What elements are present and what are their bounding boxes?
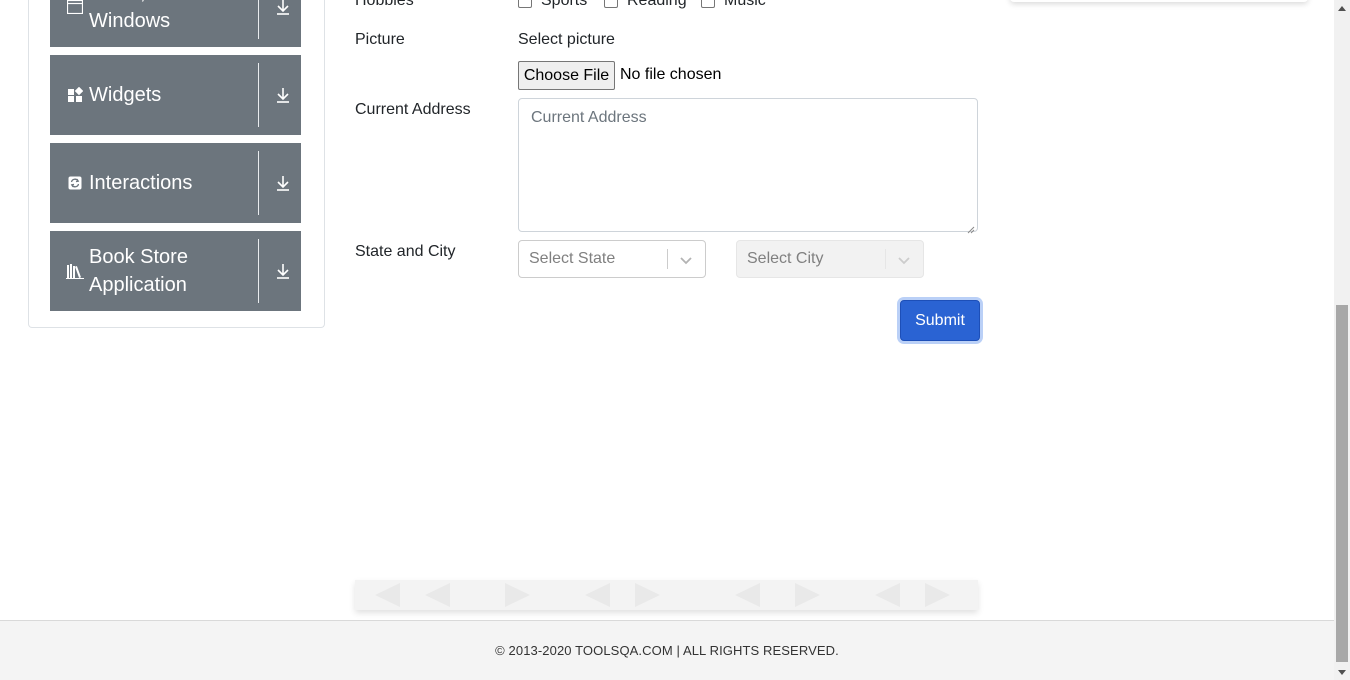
group-divider: [258, 0, 259, 39]
download-arrow-icon[interactable]: [275, 0, 291, 17]
state-select-placeholder: Select State: [529, 250, 616, 267]
current-address-label: Current Address: [355, 101, 471, 118]
scrollbar-thumb[interactable]: [1336, 305, 1348, 662]
banner-pattern: [375, 583, 950, 607]
sidebar-group-interactions[interactable]: Interactions: [50, 143, 301, 223]
hobbies-label: Hobbies: [355, 0, 414, 9]
download-arrow-icon[interactable]: [275, 85, 291, 105]
page-footer: © 2013-2020 TOOLSQA.COM | ALL RIGHTS RES…: [0, 620, 1334, 680]
select-picture-label: Select picture: [518, 31, 615, 48]
vertical-scrollbar[interactable]: [1334, 0, 1350, 680]
books-icon: [66, 262, 84, 280]
sidebar-group-alerts-frame-windows[interactable]: Alerts, Frame & Windows: [50, 0, 301, 47]
hobby-music-label[interactable]: Music: [724, 0, 766, 10]
sidebar-group-book-store-application[interactable]: Book Store Application: [50, 231, 301, 311]
sidebar-group-label: Book Store Application: [89, 246, 188, 296]
download-arrow-icon[interactable]: [275, 261, 291, 281]
sidebar-group-label: Alerts, Frame & Windows: [89, 0, 228, 32]
state-select[interactable]: Select State: [518, 240, 706, 278]
submit-button[interactable]: Submit: [900, 300, 980, 341]
ad-banner: [355, 580, 978, 610]
sidebar-group-widgets[interactable]: Widgets: [50, 55, 301, 135]
state-city-label: State and City: [355, 243, 456, 260]
hobby-music-checkbox[interactable]: [701, 0, 715, 8]
resize-grip-icon[interactable]: [967, 221, 975, 234]
choose-file-button[interactable]: Choose File: [518, 61, 615, 90]
city-select-placeholder: Select City: [747, 250, 824, 267]
page-viewport: Alerts, Frame & Windows Widgets Interact…: [0, 0, 1350, 680]
select-separator: [667, 249, 668, 269]
widgets-icon: [66, 86, 84, 104]
hobby-reading-label[interactable]: Reading: [627, 0, 687, 10]
sidebar-group-label: Interactions: [89, 172, 193, 194]
sidebar-group-label: Widgets: [89, 84, 162, 106]
group-divider: [258, 151, 259, 215]
group-divider: [258, 63, 259, 127]
top-right-card-edge: [1010, 0, 1308, 2]
select-separator: [885, 249, 886, 269]
file-status-text: No file chosen: [620, 66, 722, 83]
group-divider: [258, 239, 259, 303]
chevron-down-icon: [896, 252, 912, 268]
chevron-down-icon[interactable]: [678, 252, 694, 268]
city-select: Select City: [736, 240, 924, 278]
hobby-sports-checkbox[interactable]: [518, 0, 532, 8]
scroll-down-arrow-icon[interactable]: [1334, 664, 1350, 680]
picture-label: Picture: [355, 31, 405, 48]
download-arrow-icon[interactable]: [275, 173, 291, 193]
scroll-up-arrow-icon[interactable]: [1334, 0, 1350, 16]
interactions-icon: [66, 174, 84, 192]
hobby-reading-checkbox[interactable]: [604, 0, 618, 8]
footer-copyright: © 2013-2020 TOOLSQA.COM | ALL RIGHTS RES…: [495, 643, 839, 658]
window-icon: [66, 0, 84, 16]
hobby-sports-label[interactable]: Sports: [541, 0, 587, 10]
current-address-placeholder: Current Address: [531, 109, 647, 126]
current-address-textarea[interactable]: Current Address: [518, 98, 978, 234]
